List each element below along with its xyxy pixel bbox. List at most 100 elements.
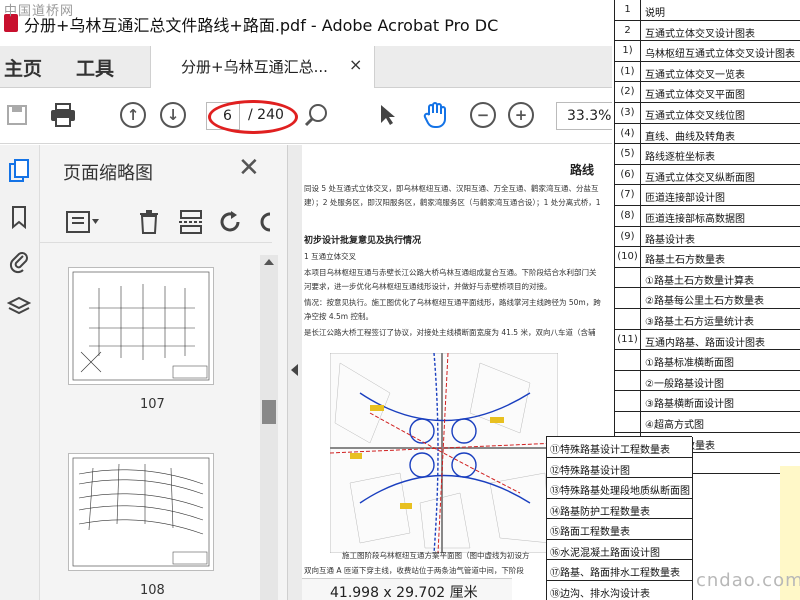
table-row-number: (4) xyxy=(615,123,641,144)
next-page-icon[interactable]: ↓ xyxy=(158,100,188,130)
panel-title: 页面缩略图 xyxy=(63,163,153,184)
tab-home[interactable]: 主页 xyxy=(4,54,42,81)
zoom-marquee-icon[interactable] xyxy=(302,100,332,130)
page-thumbnail[interactable] xyxy=(68,267,214,385)
table-row-number xyxy=(615,412,641,432)
table-row-number: (7) xyxy=(615,185,641,205)
page-thumbnails-icon[interactable] xyxy=(6,157,32,185)
rotate-right-icon[interactable] xyxy=(258,209,272,239)
table-row-number xyxy=(615,370,641,391)
table-row-number xyxy=(615,350,641,370)
table-row: ①路基标准横断面图 xyxy=(614,350,800,371)
print-icon[interactable] xyxy=(48,100,78,130)
table-row-number: (1) xyxy=(615,61,641,82)
close-panel-icon[interactable]: ✕ xyxy=(238,153,260,183)
table-row-number: 1) xyxy=(615,41,641,61)
table-row-number: (6) xyxy=(615,164,641,185)
zoom-level-input[interactable]: 33.3% xyxy=(556,102,612,130)
hand-tool-icon[interactable] xyxy=(420,100,450,130)
table-row-number: (5) xyxy=(615,144,641,164)
table-row: ①路基土石方数量计算表 xyxy=(614,267,800,289)
table-row-text: ⑭路基防护工程数量表 xyxy=(550,506,650,518)
doc-text-line: 河要求，进一步优化乌林枢纽互通线形设计，并做好与赤壁桥项目的对接。 xyxy=(304,282,552,291)
scroll-up-icon[interactable] xyxy=(264,259,274,265)
scrollbar-thumb[interactable] xyxy=(262,400,276,424)
select-cursor-icon[interactable] xyxy=(372,100,402,130)
insert-pages-icon[interactable] xyxy=(178,209,204,239)
table-row-text: 互通式立体交叉设计图表 xyxy=(645,28,755,40)
table-row: (7) 匝道连接部设计图 xyxy=(614,185,800,206)
tab-document-label: 分册+乌林互通汇总... xyxy=(181,58,328,76)
page-thumbnail[interactable] xyxy=(68,453,214,571)
table-row: (2) 互通式立体交叉平面图 xyxy=(614,82,800,103)
left-navigation-pane xyxy=(0,145,40,600)
doc-text-line: 净空按 4.5m 控制。 xyxy=(304,312,374,321)
table-row: ⑰路基、路面排水工程数量表 xyxy=(547,560,693,581)
table-row-text: ③路基横断面设计图 xyxy=(645,399,734,411)
table-row-text: ⑰路基、路面排水工程数量表 xyxy=(550,568,680,579)
doc-text-line: 建）；2 处服务区，即汉阳服务区，鹳家湾服务区（与鹳家湾互通合设）；1 处分离式… xyxy=(304,198,601,207)
table-row-text: ②一般路基设计图 xyxy=(645,378,724,390)
bookmarks-icon[interactable] xyxy=(6,203,32,231)
previous-page-icon[interactable]: ↑ xyxy=(118,100,148,130)
table-row-text: 匝道连接部标高数据图 xyxy=(645,214,745,225)
table-row: ⑮路面工程数量表 xyxy=(547,519,693,540)
title-bar: 中国道桥网 分册+乌林互通汇总文件路线+路面.pdf - Adobe Acrob… xyxy=(0,0,612,46)
thumbnail-options-icon[interactable] xyxy=(66,211,100,237)
page-number-highlight-annotation xyxy=(208,100,298,134)
table-row-text: 互通式立体交叉线位图 xyxy=(645,111,745,122)
table-row-number: 1 xyxy=(615,0,641,20)
table-row: ⑪特殊路基设计工程数量表 xyxy=(547,437,693,458)
table-row: 1) 乌林枢纽互通式立体交叉设计图表 xyxy=(614,41,800,62)
table-row-number: (11) xyxy=(615,329,641,350)
table-row: ⑫特殊路基设计图 xyxy=(547,457,693,478)
table-row-text: 互通式立体交叉纵断面图 xyxy=(645,172,755,184)
contents-table-overlay-bottom: ⑪特殊路基设计工程数量表 ⑫特殊路基设计图 ⑬特殊路基处理段地质纵断面图 ⑭路基防护工… xyxy=(546,436,693,600)
table-row-number xyxy=(615,267,641,288)
tab-document[interactable]: 分册+乌林互通汇总... × xyxy=(150,46,375,88)
table-row-text: 互通式立体交叉平面图 xyxy=(645,90,745,102)
table-row-number: (2) xyxy=(615,82,641,102)
table-row: (9) 路基设计表 xyxy=(614,226,800,248)
zoom-in-icon[interactable]: + xyxy=(506,100,536,130)
table-row-text: 乌林枢纽互通式立体交叉设计图表 xyxy=(645,49,795,61)
delete-pages-icon[interactable] xyxy=(138,209,160,239)
table-row-text: 说明 xyxy=(645,8,665,19)
figure-caption: 施工图阶段乌林枢纽互通方案平面图（图中虚线为初设方 xyxy=(342,551,530,560)
doc-text-line: 双向互通 A 匝道下穿主线，收费站位于两条油气管道中间，下阶段 xyxy=(304,566,524,575)
table-row-text: ⑯水泥混凝土路面设计图 xyxy=(550,547,660,559)
layers-icon[interactable] xyxy=(6,293,32,321)
table-row-text: 路基土石方数量表 xyxy=(645,255,725,267)
zoom-out-icon[interactable]: − xyxy=(468,100,498,130)
site-watermark-bottom: cndao.com xyxy=(696,570,800,591)
table-row-text: ②路基每公里土石方数量表 xyxy=(645,296,764,308)
table-row-text: ⑮路面工程数量表 xyxy=(550,527,630,538)
table-row-text: ⑬特殊路基处理段地质纵断面图 xyxy=(550,486,690,497)
close-tab-icon[interactable]: × xyxy=(349,55,362,74)
doc-section-title: 初步设计批复意见及执行情况 xyxy=(304,236,422,246)
table-row: ④超高方式图 xyxy=(614,412,800,433)
save-icon[interactable] xyxy=(2,100,32,130)
table-row: ③路基土石方运量统计表 xyxy=(614,309,800,330)
table-row-text: 路基设计表 xyxy=(645,234,695,246)
doc-heading: 路线 xyxy=(570,163,595,177)
attachments-icon[interactable] xyxy=(6,247,32,275)
rotate-left-icon[interactable] xyxy=(218,209,244,239)
table-row: 1 说明 xyxy=(614,0,800,21)
tab-tools[interactable]: 工具 xyxy=(76,54,114,81)
doc-text-line: 同设 5 处互通式立体交叉，即乌林枢纽互通、汉阳互通、万全互通、鹳家湾互通、分盐… xyxy=(304,184,599,193)
collapse-panel-arrow-icon[interactable] xyxy=(291,364,298,376)
page-size-indicator: 41.998 x 29.702 厘米 xyxy=(302,578,512,600)
table-row-number: (9) xyxy=(615,226,641,247)
interchange-map-figure xyxy=(330,353,558,553)
table-row: ③路基横断面设计图 xyxy=(614,391,800,412)
table-row-text: ③路基土石方运量统计表 xyxy=(645,317,754,328)
table-row-number: (3) xyxy=(615,103,641,123)
table-row: (3) 互通式立体交叉线位图 xyxy=(614,103,800,124)
doc-subsection: 1 互通立体交叉 xyxy=(304,252,357,261)
table-row-text: ①路基土石方数量计算表 xyxy=(645,275,754,287)
table-row-text: 路线逐桩坐标表 xyxy=(645,152,715,164)
table-row-text: ④超高方式图 xyxy=(645,420,704,431)
main-toolbar: ↑ ↓ 6 / 240 − + 33.3% xyxy=(0,88,612,144)
thumbnail-scrollbar[interactable] xyxy=(260,255,278,600)
